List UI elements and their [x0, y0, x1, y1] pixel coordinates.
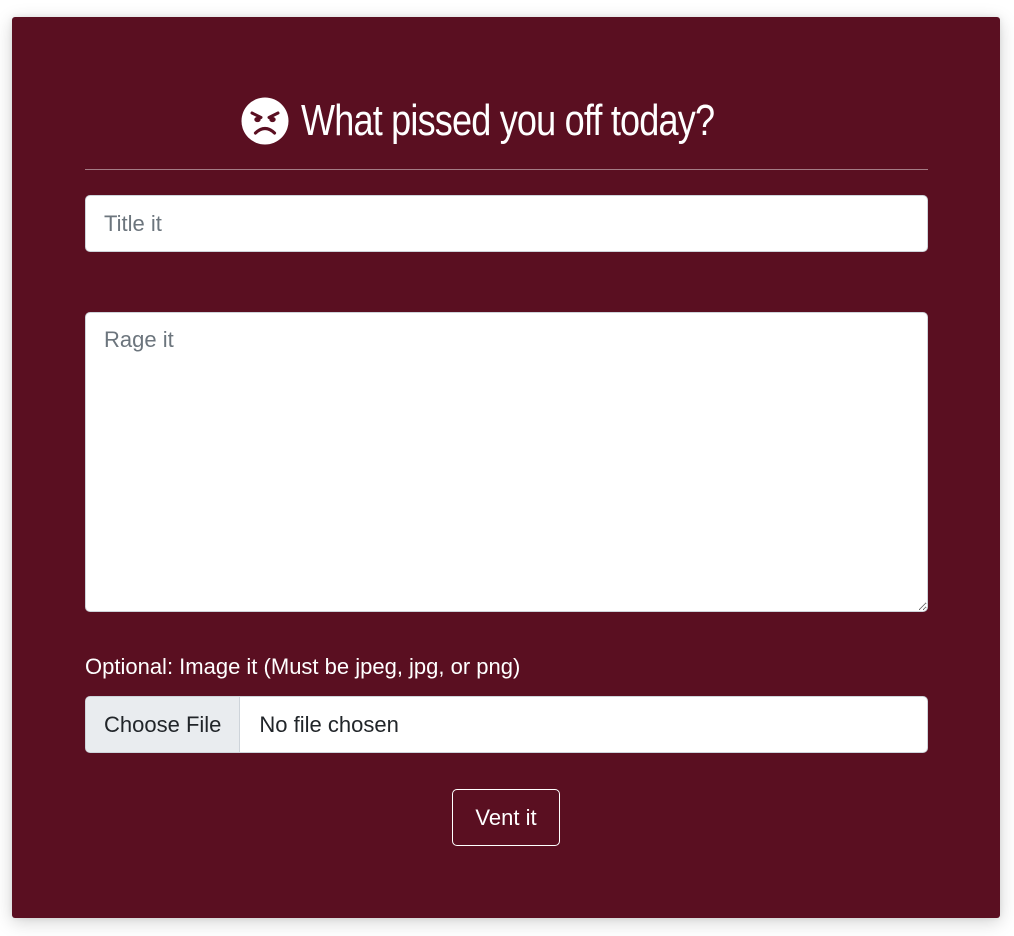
header-divider	[85, 169, 928, 170]
vent-it-button[interactable]: Vent it	[452, 789, 560, 846]
page-title: What pissed you off today?	[300, 96, 715, 145]
vent-form-card: What pissed you off today? Optional: Ima…	[12, 17, 1000, 918]
choose-file-button[interactable]: Choose File	[86, 697, 241, 752]
rage-textarea[interactable]	[85, 312, 928, 612]
image-file-input[interactable]: Choose File No file chosen	[85, 696, 928, 753]
file-status-text: No file chosen	[259, 711, 399, 737]
title-input[interactable]	[85, 195, 928, 252]
image-upload-label: Optional: Image it (Must be jpeg, jpg, o…	[85, 654, 521, 679]
angry-face-icon	[241, 97, 288, 145]
form-header: What pissed you off today?	[85, 89, 928, 153]
